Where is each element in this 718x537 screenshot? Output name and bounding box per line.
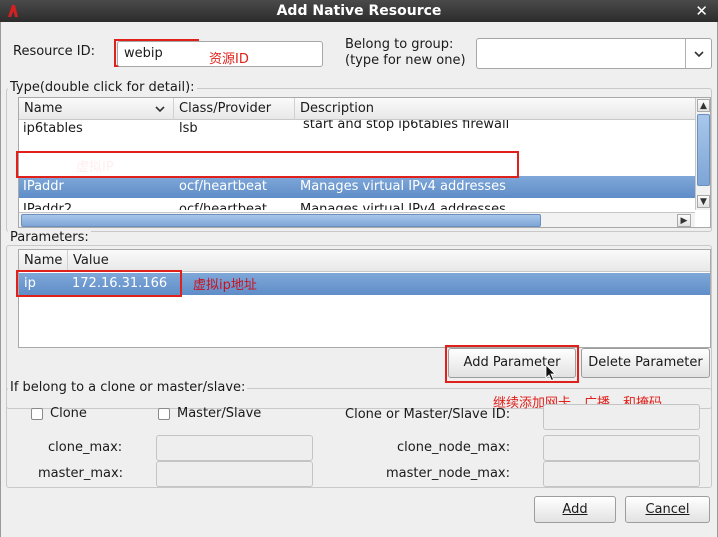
dialog-body: Resource ID: webip 资源ID Belong to group:… [0,22,718,537]
resource-id-label: Resource ID: [13,44,95,59]
column-header-param-name[interactable]: Name [19,250,68,272]
master-max-label: master_max: [38,466,124,481]
annotation-ipaddr: 虚拟IP [76,160,114,175]
annotation-ip-param: 虚拟ip地址 [193,278,257,293]
hscroll-thumb[interactable] [21,214,541,227]
column-header-param-value[interactable]: Value [68,250,710,272]
scroll-down-icon[interactable]: ▼ [697,195,710,208]
type-section-title: Type(double click for detail): [8,80,197,95]
clone-or-ms-id-label: Clone or Master/Slave ID: [345,407,511,422]
column-header-name[interactable]: Name [19,98,174,120]
type-table-hscrollbar[interactable]: ▶ [19,212,695,227]
table-row[interactable]: ip6tables lsb start and stop ip6tables f… [19,120,695,140]
master-node-max-input[interactable] [543,461,700,487]
clone-section-title: If belong to a clone or master/slave: [8,380,248,395]
app-logo-icon [8,5,18,17]
group-combobox[interactable] [476,38,712,69]
parameters-table[interactable]: Name Value ip 172.16.31.166 [18,249,711,348]
group-label-line2: (type for new one) [345,53,466,68]
sort-chevron-icon [155,106,165,112]
parameters-table-header: Name Value [19,250,710,272]
group-label-line1: Belong to group: [345,37,454,52]
clone-node-max-label: clone_node_max: [397,440,511,455]
master-node-max-label: master_node_max: [386,466,510,481]
clone-max-label: clone_max: [48,440,123,455]
master-slave-checkbox-label: Master/Slave [177,406,262,421]
clone-checkbox-label: Clone [50,406,87,421]
add-button[interactable]: Add [534,496,616,523]
annotation-resource-id: 资源ID [209,52,249,67]
close-icon[interactable]: ✕ [695,2,708,20]
clone-node-max-input[interactable] [543,435,700,461]
scroll-up-icon[interactable]: ▲ [697,99,710,112]
type-table-header: Name Class/Provider Description [19,98,695,120]
type-table-vscrollbar[interactable]: ▲ ▼ [695,98,710,210]
clone-max-input[interactable] [156,435,313,461]
window-titlebar: Add Native Resource [0,0,718,22]
clone-or-ms-id-input[interactable] [543,404,700,430]
table-row-selected[interactable]: IPaddr ocf/heartbeat Manages virtual IPv… [19,176,695,198]
cancel-button[interactable]: Cancel [625,496,710,523]
window-title: Add Native Resource [276,3,442,19]
delete-parameter-button[interactable]: Delete Parameter [581,348,710,378]
column-header-description[interactable]: Description [295,98,695,120]
chevron-down-icon[interactable] [685,39,711,68]
master-max-input[interactable] [156,461,313,487]
mouse-pointer-icon [545,364,556,382]
master-slave-checkbox[interactable] [158,408,170,420]
annotation-box-add-parameter [445,345,579,383]
vscroll-thumb[interactable] [697,114,710,186]
scroll-right-icon[interactable]: ▶ [677,214,691,227]
column-header-provider[interactable]: Class/Provider [174,98,295,120]
clone-checkbox[interactable] [31,408,43,420]
table-row[interactable]: IPaddr2 ocf/heartbeat Manages virtual IP… [19,199,695,210]
parameters-title: Parameters: [8,230,91,245]
annotation-box-ip-param [16,270,182,297]
